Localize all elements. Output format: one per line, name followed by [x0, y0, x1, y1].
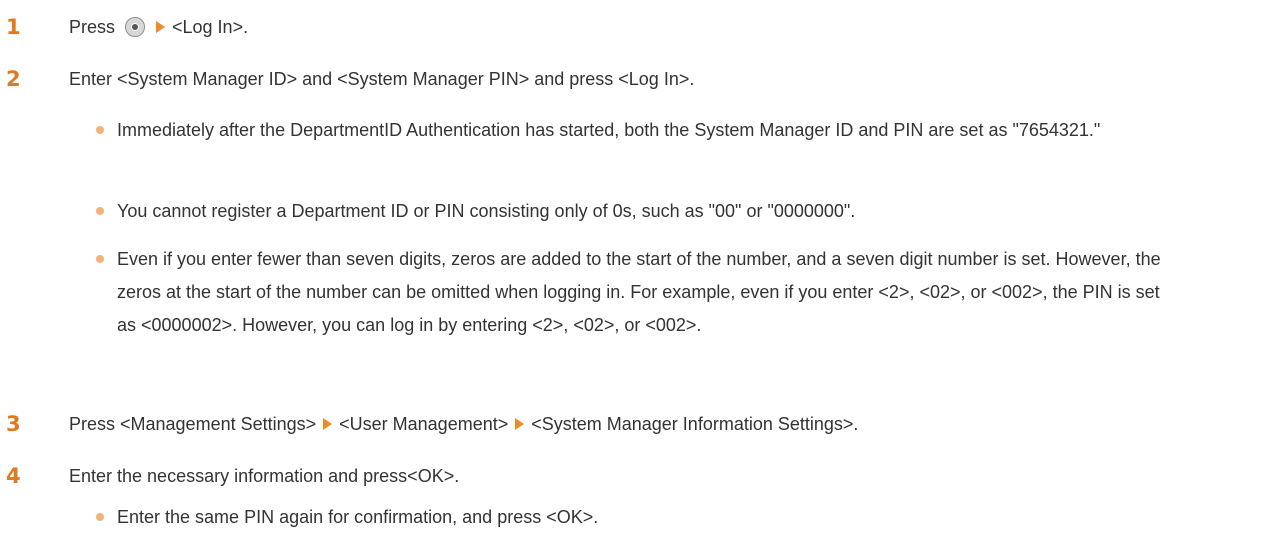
step-text-press: Press — [69, 17, 116, 37]
list-item-text: Enter the same PIN again for confirmatio… — [117, 507, 599, 527]
bullet-icon — [96, 207, 104, 215]
list-item-text: Immediately after the DepartmentID Authe… — [117, 120, 1101, 140]
step-text-part: Press <Management Settings> — [69, 414, 317, 434]
step-number: 1 — [6, 15, 21, 39]
bullet-icon — [96, 513, 104, 521]
bullet-icon — [96, 126, 104, 134]
arrow-right-icon — [515, 418, 525, 431]
step-number: 4 — [6, 464, 21, 488]
list-item-text: You cannot register a Department ID or P… — [117, 201, 856, 221]
step-text-login: <Log In>. — [172, 17, 249, 37]
bullet-icon — [96, 255, 104, 263]
step-text: Press <Log In>. — [69, 12, 248, 42]
home-button-icon — [125, 16, 146, 37]
arrow-right-icon — [156, 21, 166, 34]
step-text: Press <Management Settings> <User Managem… — [69, 409, 858, 439]
step-text: Enter <System Manager ID> and <System Ma… — [69, 69, 695, 89]
step-text-part: <User Management> — [339, 414, 509, 434]
step-text: Enter the necessary information and pres… — [69, 466, 460, 486]
step-number: 3 — [6, 412, 21, 436]
step-number: 2 — [6, 67, 21, 91]
list-item-text: Even if you enter fewer than seven digit… — [117, 249, 1161, 335]
step-text-part: <System Manager Information Settings>. — [531, 414, 859, 434]
arrow-right-icon — [323, 418, 333, 431]
